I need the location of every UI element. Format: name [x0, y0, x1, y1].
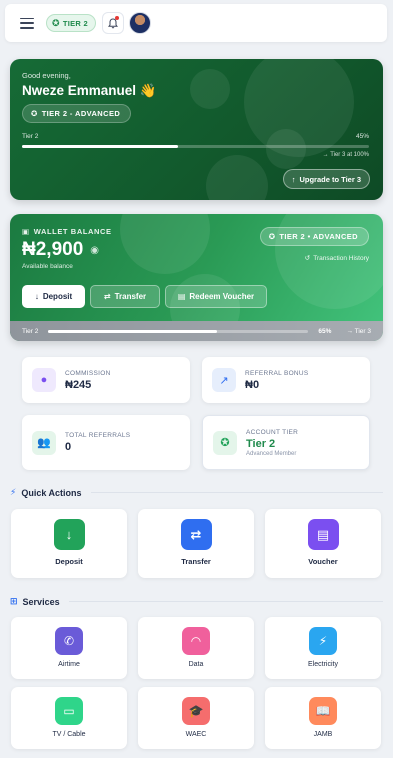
- quick-action-transfer[interactable]: ⇄ Transfer: [138, 509, 254, 578]
- service-data[interactable]: ◠ Data: [138, 617, 254, 679]
- arrow-down-icon: ↓: [53, 519, 85, 550]
- avatar[interactable]: [128, 12, 151, 34]
- wallet-progress-fill: [48, 329, 218, 333]
- swap-icon: ⇄: [103, 292, 111, 301]
- progress-target: → Tier 3 at 100%: [322, 152, 369, 158]
- grid-icon: ⊞: [10, 596, 18, 606]
- notifications-button[interactable]: [101, 12, 124, 34]
- total-referrals-label: TOTAL REFERRALS: [65, 432, 131, 439]
- progress-percent: 45%: [355, 133, 369, 140]
- service-label: Airtime: [58, 661, 80, 668]
- voucher-icon: ▤: [307, 519, 339, 550]
- tier-badge: ✪ TIER 2 - ADVANCED: [22, 104, 132, 123]
- account-tier-label: ACCOUNT TIER: [246, 428, 299, 436]
- arrow-up-icon: ↑: [291, 174, 296, 184]
- tier-chip-label: TIER 2: [62, 18, 88, 28]
- star-icon: ✪: [268, 232, 276, 241]
- service-jamb[interactable]: 📖 JAMB: [265, 687, 381, 749]
- quick-actions-heading: ⚡ Quick Actions: [10, 487, 383, 498]
- wallet-icon: ▣: [22, 227, 30, 236]
- service-electricity[interactable]: ⚡ Electricity: [265, 617, 381, 679]
- referral-bonus-label: REFERRAL BONUS: [245, 369, 309, 377]
- transfer-button[interactable]: ⇄ Transfer: [90, 285, 160, 308]
- tier-progress-fill: [22, 145, 179, 148]
- swap-icon: ⇄: [180, 519, 212, 550]
- service-label: WAEC: [185, 731, 207, 738]
- account-tier-subtitle: Advanced Member: [246, 450, 297, 457]
- trend-up-icon: ↗: [212, 368, 236, 392]
- quick-action-deposit[interactable]: ↓ Deposit: [11, 509, 127, 578]
- commission-card[interactable]: ● COMMISSION ₦245: [22, 357, 190, 403]
- notification-dot: [114, 16, 119, 20]
- tv-icon: ▭: [55, 697, 83, 725]
- tier-chip[interactable]: ✪ TIER 2: [46, 14, 96, 32]
- wifi-icon: ◠: [182, 627, 210, 655]
- referral-bonus-value: ₦0: [245, 378, 260, 391]
- quick-action-voucher[interactable]: ▤ Voucher: [265, 509, 381, 578]
- greeting-card: Good evening, Nweze Emmanuel 👋 ✪ TIER 2 …: [10, 59, 383, 200]
- tier-progress-bar: [22, 145, 369, 148]
- redeem-voucher-button[interactable]: ▤ Redeem Voucher: [165, 285, 267, 308]
- wallet-balance: ₦2,900 ◉: [22, 239, 100, 260]
- greeting-text: Good evening,: [22, 71, 71, 80]
- account-tier-card[interactable]: ✪ ACCOUNT TIER Tier 2 Advanced Member: [202, 415, 370, 470]
- quick-action-label: Transfer: [181, 557, 211, 566]
- wallet-title: ▣ WALLET BALANCE: [22, 227, 112, 236]
- user-name: Nweze Emmanuel 👋: [22, 83, 157, 98]
- quick-action-label: Deposit: [55, 557, 83, 566]
- service-label: Data: [188, 661, 204, 668]
- top-bar: ✪ TIER 2: [5, 4, 387, 42]
- bolt-icon: ⚡: [10, 487, 17, 497]
- service-label: JAMB: [313, 731, 333, 738]
- progress-label: Tier 2: [22, 133, 39, 140]
- star-icon: ✪: [52, 17, 60, 28]
- star-icon: ✪: [31, 109, 38, 118]
- referral-bonus-card[interactable]: ↗ REFERRAL BONUS ₦0: [202, 357, 370, 403]
- transaction-history-link[interactable]: ↺ Transaction History: [304, 254, 369, 263]
- bolt-icon: ⚡: [309, 627, 337, 655]
- commission-value: ₦245: [65, 378, 92, 391]
- upgrade-button[interactable]: ↑ Upgrade to Tier 3: [282, 169, 370, 189]
- quick-action-label: Voucher: [308, 557, 338, 566]
- service-airtime[interactable]: ✆ Airtime: [11, 617, 127, 679]
- deposit-button[interactable]: ↓ Deposit: [22, 285, 85, 308]
- service-waec[interactable]: 🎓 WAEC: [138, 687, 254, 749]
- voucher-icon: ▤: [177, 292, 186, 301]
- star-icon: ✪: [213, 430, 237, 455]
- total-referrals-card[interactable]: 👥 TOTAL REFERRALS 0: [22, 415, 190, 470]
- phone-icon: ✆: [55, 627, 83, 655]
- wallet-progress-bar: [48, 329, 309, 333]
- balance-subtitle: Available balance: [22, 263, 73, 270]
- book-icon: 📖: [309, 697, 337, 725]
- wallet-progress-footer: Tier 2 65% → Tier 3: [10, 321, 383, 341]
- footer-tier-label: Tier 2: [22, 327, 39, 335]
- coins-icon: ●: [32, 368, 56, 392]
- footer-percent: 65%: [318, 327, 332, 335]
- service-label: TV / Cable: [52, 731, 86, 738]
- commission-label: COMMISSION: [65, 369, 111, 377]
- graduation-cap-icon: 🎓: [182, 697, 210, 725]
- service-tv-cable[interactable]: ▭ TV / Cable: [11, 687, 127, 749]
- wave-icon: 👋: [139, 83, 157, 98]
- services-heading: ⊞ Services: [10, 596, 383, 607]
- service-label: Electricity: [308, 661, 338, 668]
- menu-icon[interactable]: [20, 17, 34, 29]
- wallet-tier-badge: ✪ TIER 2 • ADVANCED: [259, 227, 369, 246]
- account-tier-value: Tier 2: [246, 437, 276, 450]
- eye-icon[interactable]: ◉: [90, 245, 99, 256]
- arrow-down-icon: ↓: [34, 292, 39, 301]
- users-icon: 👥: [32, 430, 56, 455]
- footer-next-tier: → Tier 3: [346, 327, 371, 335]
- total-referrals-value: 0: [65, 441, 72, 453]
- wallet-card: ▣ WALLET BALANCE ₦2,900 ◉ Available bala…: [10, 214, 383, 341]
- history-icon: ↺: [304, 255, 311, 262]
